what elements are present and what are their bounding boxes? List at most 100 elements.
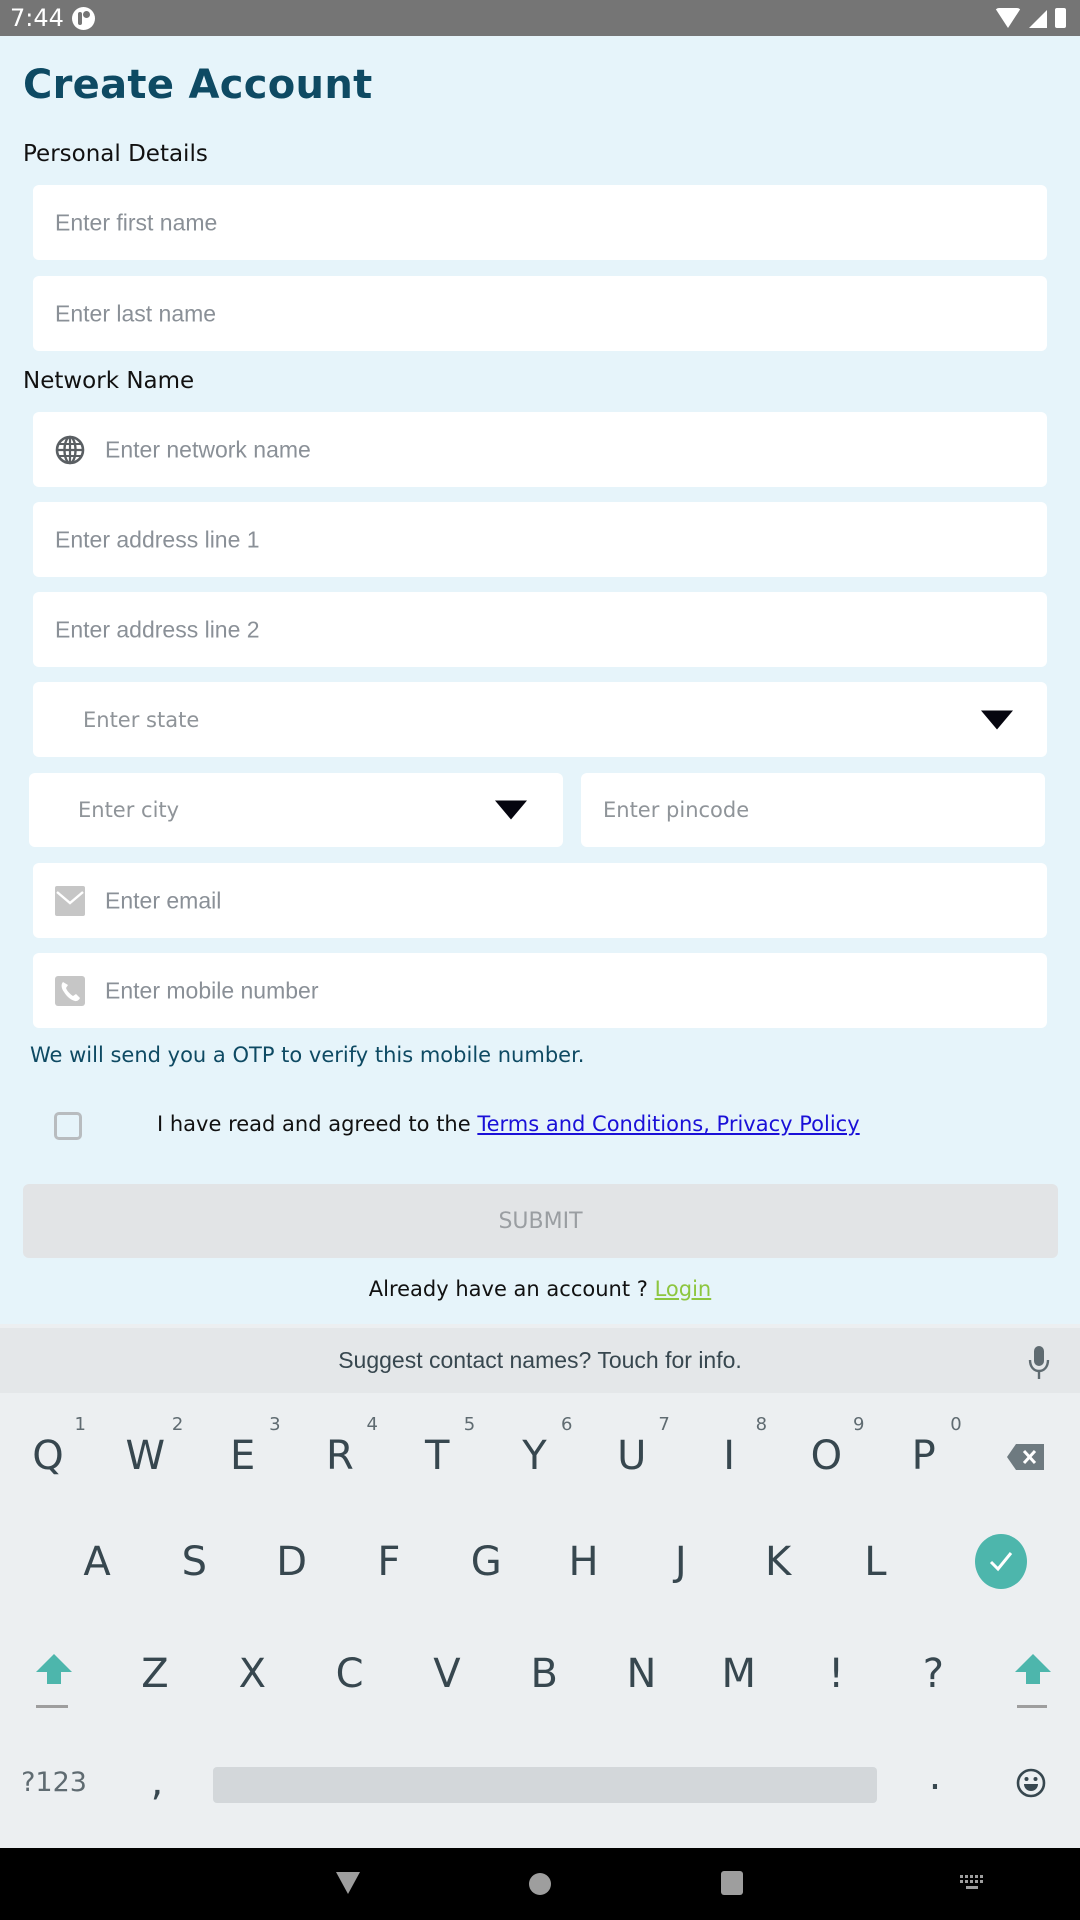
terms-checkbox[interactable] — [54, 1112, 82, 1140]
navigation-bar — [0, 1848, 1080, 1920]
key-label: Q — [32, 1433, 64, 1479]
microphone-icon[interactable] — [1028, 1346, 1050, 1380]
key-question[interactable]: ? — [893, 1634, 973, 1714]
login-link[interactable]: Login — [655, 1277, 712, 1301]
home-icon[interactable] — [529, 1873, 551, 1895]
key-a[interactable]: A — [57, 1522, 137, 1602]
page-title: Create Account — [23, 62, 373, 108]
phone-icon — [55, 975, 85, 1006]
address-line-1-input[interactable]: Enter address line 1 — [33, 502, 1047, 577]
key-o[interactable]: O9 — [786, 1414, 866, 1496]
key-z[interactable]: Z — [115, 1634, 195, 1714]
key-s[interactable]: S — [154, 1522, 234, 1602]
key-g[interactable]: G — [446, 1522, 526, 1602]
last-name-placeholder: Enter last name — [55, 300, 217, 326]
battery-icon — [1055, 8, 1066, 28]
mobile-number-placeholder: Enter mobile number — [105, 977, 319, 1003]
key-h[interactable]: H — [544, 1522, 624, 1602]
network-name-input[interactable]: Enter network name — [33, 412, 1047, 487]
mail-icon — [55, 885, 85, 916]
key-label: E — [229, 1433, 256, 1479]
status-time: 7:44 — [10, 4, 64, 32]
personal-details-label: Personal Details — [23, 141, 208, 167]
emoji-icon[interactable] — [1016, 1768, 1046, 1798]
state-dropdown-caret-icon — [981, 710, 1013, 729]
key-t[interactable]: T5 — [397, 1414, 477, 1496]
key-v[interactable]: V — [407, 1634, 487, 1714]
first-name-placeholder: Enter first name — [55, 209, 218, 235]
signal-icon — [1029, 10, 1047, 28]
last-name-input[interactable]: Enter last name — [33, 276, 1047, 351]
pincode-input[interactable]: Enter pincode — [581, 773, 1045, 847]
mobile-number-input[interactable]: Enter mobile number — [33, 953, 1047, 1028]
key-hint: 3 — [269, 1414, 281, 1435]
backspace-icon[interactable] — [1006, 1442, 1046, 1472]
key-label: T — [424, 1433, 450, 1479]
key-c[interactable]: C — [310, 1634, 390, 1714]
key-label: R — [325, 1433, 354, 1479]
login-prompt: Already have an account ? Login — [0, 1277, 1080, 1301]
key-n[interactable]: N — [602, 1634, 682, 1714]
first-name-input[interactable]: Enter first name — [33, 185, 1047, 260]
wifi-icon — [995, 8, 1021, 28]
keyboard-switch-icon[interactable] — [960, 1875, 984, 1891]
recent-apps-icon[interactable] — [721, 1871, 743, 1895]
shift-left-key[interactable] — [34, 1652, 74, 1712]
email-input[interactable]: Enter email — [33, 863, 1047, 938]
key-x[interactable]: X — [212, 1634, 292, 1714]
shift-right-key[interactable] — [1013, 1652, 1053, 1712]
pincode-placeholder: Enter pincode — [603, 798, 750, 822]
soft-keyboard: Suggest contact names? Touch for info. Q… — [0, 1324, 1080, 1848]
key-p[interactable]: P0 — [884, 1414, 964, 1496]
back-icon[interactable] — [336, 1872, 360, 1894]
key-label: Y — [522, 1433, 547, 1479]
network-name-label: Network Name — [23, 368, 195, 394]
globe-icon — [55, 435, 85, 464]
symbols-key[interactable]: ?123 — [14, 1742, 94, 1822]
key-b[interactable]: B — [504, 1634, 584, 1714]
key-u[interactable]: U7 — [592, 1414, 672, 1496]
terms-prefix: I have read and agreed to the — [157, 1112, 478, 1136]
address-line-2-input[interactable]: Enter address line 2 — [33, 592, 1047, 667]
key-label: O — [810, 1433, 843, 1479]
space-bar[interactable] — [213, 1767, 877, 1803]
address-line-1-placeholder: Enter address line 1 — [55, 526, 260, 552]
key-j[interactable]: J — [641, 1522, 721, 1602]
key-hint: 0 — [950, 1414, 962, 1435]
terms-link[interactable]: Terms and Conditions, Privacy Policy — [477, 1112, 859, 1136]
key-f[interactable]: F — [349, 1522, 429, 1602]
key-exclamation[interactable]: ! — [796, 1634, 876, 1714]
otp-note: We will send you a OTP to verify this mo… — [30, 1043, 585, 1067]
city-dropdown[interactable]: Enter city — [29, 773, 563, 847]
key-hint: 4 — [366, 1414, 378, 1435]
key-r[interactable]: R4 — [300, 1414, 380, 1496]
key-label: U — [617, 1433, 647, 1479]
key-i[interactable]: I8 — [689, 1414, 769, 1496]
enter-done-key[interactable] — [975, 1534, 1027, 1589]
key-hint: 5 — [463, 1414, 476, 1435]
login-prompt-text: Already have an account ? — [368, 1277, 655, 1301]
comma-key[interactable]: , — [117, 1742, 197, 1822]
key-hint: 6 — [561, 1414, 573, 1435]
key-k[interactable]: K — [738, 1522, 818, 1602]
city-placeholder: Enter city — [78, 798, 180, 822]
key-q[interactable]: Q1 — [8, 1414, 88, 1496]
key-e[interactable]: E3 — [203, 1414, 283, 1496]
state-dropdown[interactable]: Enter state — [33, 682, 1047, 757]
suggestion-text[interactable]: Suggest contact names? Touch for info. — [0, 1347, 1080, 1374]
key-hint: 2 — [171, 1414, 184, 1435]
key-w[interactable]: W2 — [105, 1414, 185, 1496]
email-placeholder: Enter email — [105, 887, 222, 913]
key-y[interactable]: Y6 — [495, 1414, 575, 1496]
key-m[interactable]: M — [699, 1634, 779, 1714]
suggestion-strip[interactable]: Suggest contact names? Touch for info. — [0, 1328, 1080, 1393]
terms-text: I have read and agreed to the Terms and … — [157, 1112, 860, 1136]
checkmark-icon — [989, 1552, 1013, 1572]
period-key[interactable]: . — [895, 1736, 975, 1816]
key-label: W — [125, 1433, 166, 1479]
key-l[interactable]: L — [835, 1522, 915, 1602]
key-hint: 7 — [658, 1414, 670, 1435]
submit-button[interactable]: SUBMIT — [23, 1184, 1058, 1258]
key-d[interactable]: D — [252, 1522, 332, 1602]
address-line-2-placeholder: Enter address line 2 — [55, 616, 260, 642]
